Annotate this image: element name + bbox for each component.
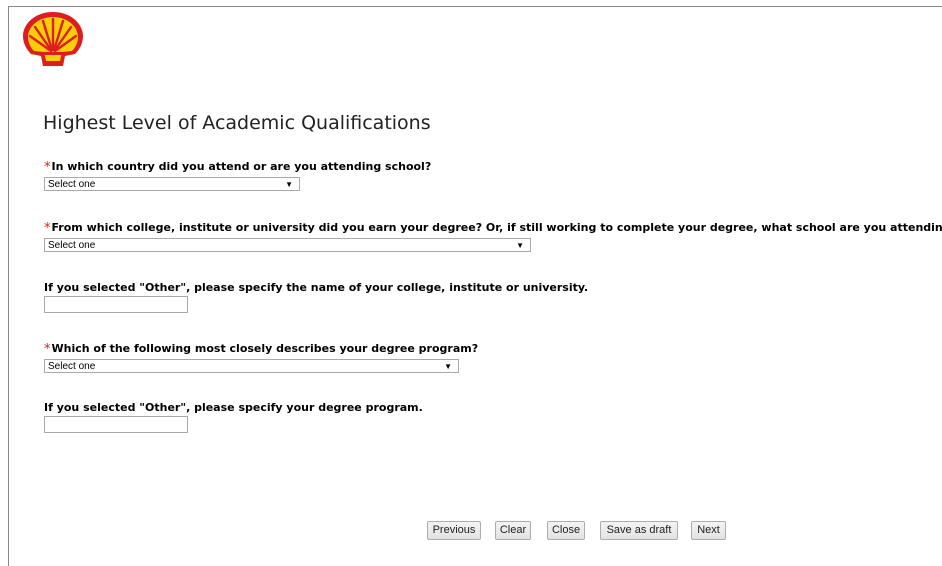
dropdown-arrow-icon: ▼ <box>444 360 452 373</box>
dropdown-arrow-icon: ▼ <box>285 178 293 191</box>
degree-other-input[interactable] <box>44 416 188 433</box>
college-other-label: If you selected "Other", please specify … <box>44 281 588 294</box>
college-select[interactable]: Select one ▼ <box>44 238 531 252</box>
required-marker: * <box>44 160 51 175</box>
page-title: Highest Level of Academic Qualifications <box>43 112 431 134</box>
college-question: *From which college, institute or univer… <box>44 220 942 235</box>
required-marker: * <box>44 221 51 236</box>
close-button[interactable]: Close <box>547 521 585 540</box>
country-label: In which country did you attend or are y… <box>52 160 432 173</box>
degree-other-label: If you selected "Other", please specify … <box>44 401 423 414</box>
dropdown-arrow-icon: ▼ <box>516 239 524 252</box>
college-select-value: Select one <box>48 240 95 251</box>
degree-label: Which of the following most closely desc… <box>52 342 479 355</box>
required-marker: * <box>44 342 51 357</box>
clear-button[interactable]: Clear <box>495 521 531 540</box>
degree-select-value: Select one <box>48 361 95 372</box>
save-as-draft-button[interactable]: Save as draft <box>600 521 678 540</box>
college-other-input[interactable] <box>44 296 188 313</box>
country-question: *In which country did you attend or are … <box>44 159 431 174</box>
next-button[interactable]: Next <box>691 521 726 540</box>
college-label: From which college, institute or univers… <box>52 221 942 234</box>
degree-question: *Which of the following most closely des… <box>44 341 478 356</box>
shell-logo-icon <box>21 10 85 68</box>
previous-button[interactable]: Previous <box>427 521 481 540</box>
country-select[interactable]: Select one ▼ <box>44 177 300 191</box>
country-select-value: Select one <box>48 179 95 190</box>
degree-select[interactable]: Select one ▼ <box>44 359 459 373</box>
